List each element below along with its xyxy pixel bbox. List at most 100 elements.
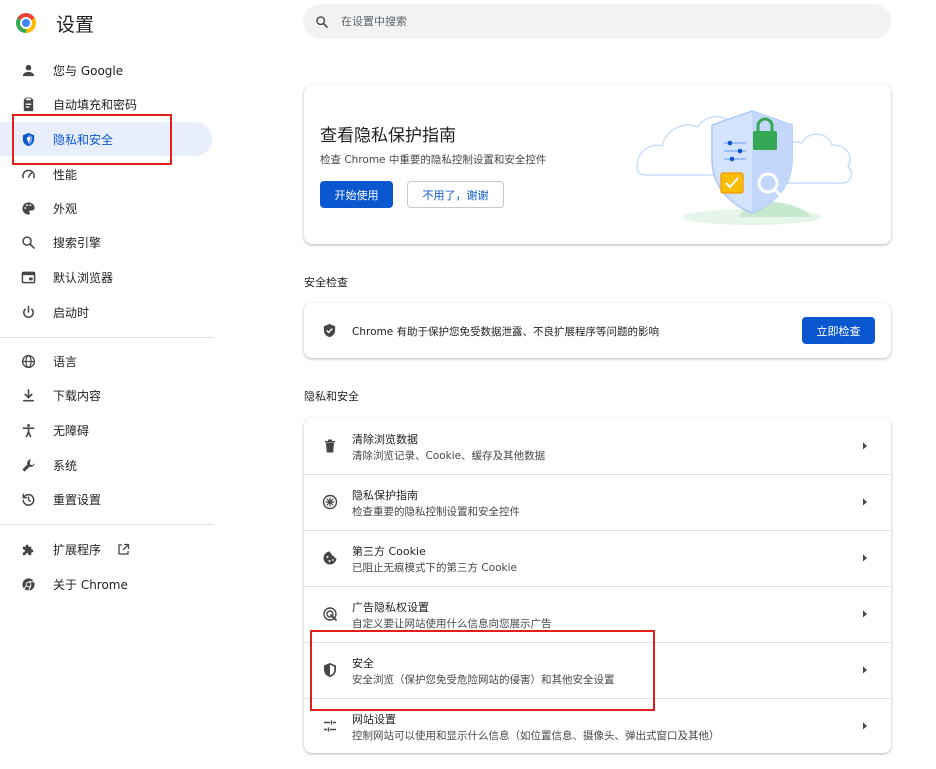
sidebar-item-system[interactable]: 系统	[0, 448, 212, 482]
person-icon	[20, 62, 36, 78]
privacy-settings-list: 清除浏览数据 清除浏览记录、Cookie、缓存及其他数据 隐私保护指南 检查重要…	[304, 418, 891, 753]
privacy-guide-promo-card: 查看隐私保护指南 检查 Chrome 中重要的隐私控制设置和安全控件 开始使用 …	[304, 85, 891, 244]
chevron-right-icon	[863, 442, 867, 450]
safety-check-card: Chrome 有助于保护您免受数据泄露、不良扩展程序等问题的影响 立即检查	[304, 303, 891, 358]
list-item-security[interactable]: 安全 安全浏览（保护您免受危险网站的侵害）和其他安全设置	[304, 642, 891, 698]
sidebar-item-label: 系统	[53, 458, 78, 473]
sidebar-item-label: 您与 Google	[53, 63, 124, 78]
sidebar-item-label: 扩展程序	[53, 542, 102, 557]
sidebar-item-appearance[interactable]: 外观	[0, 191, 212, 225]
sidebar-item-on-startup[interactable]: 启动时	[0, 295, 212, 329]
speedometer-icon	[20, 166, 36, 182]
chevron-right-icon	[863, 554, 867, 562]
sidebar-item-about-chrome[interactable]: 关于 Chrome	[0, 567, 212, 601]
search-icon	[20, 234, 36, 250]
sidebar-item-autofill[interactable]: 自动填充和密码	[0, 87, 212, 121]
shield-icon	[20, 131, 36, 147]
row-title: 清除浏览数据	[352, 433, 418, 446]
chevron-right-icon	[863, 722, 867, 730]
sidebar-item-label: 重置设置	[53, 492, 102, 507]
puzzle-icon	[20, 541, 36, 557]
sidebar-item-label: 默认浏览器	[53, 270, 114, 285]
page-title: 设置	[56, 13, 95, 36]
row-title: 第三方 Cookie	[352, 545, 426, 558]
safety-check-section-title: 安全检查	[304, 276, 348, 289]
row-subtitle: 自定义要让网站使用什么信息向您展示广告	[352, 618, 552, 630]
external-link-icon	[117, 543, 130, 556]
trash-icon	[321, 437, 339, 455]
row-subtitle: 控制网站可以使用和显示什么信息（如位置信息、摄像头、弹出式窗口及其他）	[352, 730, 720, 742]
power-icon	[20, 304, 36, 320]
sidebar-item-you-and-google[interactable]: 您与 Google	[0, 53, 212, 87]
sidebar-item-languages[interactable]: 语言	[0, 344, 212, 378]
get-started-button[interactable]: 开始使用	[320, 181, 393, 208]
safety-check-text: Chrome 有助于保护您免受数据泄露、不良扩展程序等问题的影响	[352, 326, 660, 338]
sidebar-item-label: 启动时	[53, 305, 90, 320]
list-item-clear-browsing-data[interactable]: 清除浏览数据 清除浏览记录、Cookie、缓存及其他数据	[304, 418, 891, 474]
search-bar[interactable]	[303, 4, 891, 39]
palette-icon	[20, 200, 36, 216]
search-icon	[316, 15, 328, 28]
row-title: 网站设置	[352, 713, 396, 726]
chevron-right-icon	[863, 498, 867, 506]
sidebar-item-performance[interactable]: 性能	[0, 157, 212, 191]
row-divider	[304, 698, 891, 699]
sidebar: 设置 您与 Google 自动填充和密码 隐私和安全 性能 外观 搜索引擎 默认…	[0, 0, 214, 769]
row-subtitle: 检查重要的隐私控制设置和安全控件	[352, 506, 520, 518]
sidebar-item-search-engine[interactable]: 搜索引擎	[0, 225, 212, 259]
promo-description: 检查 Chrome 中重要的隐私控制设置和安全控件	[320, 154, 547, 166]
compass-icon	[321, 493, 339, 511]
sidebar-item-label: 下载内容	[53, 388, 102, 403]
check-now-button[interactable]: 立即检查	[802, 317, 875, 344]
app-header: 设置	[16, 10, 94, 36]
sidebar-item-downloads[interactable]: 下载内容	[0, 378, 212, 412]
sidebar-divider	[0, 524, 214, 525]
list-item-privacy-guide[interactable]: 隐私保护指南 检查重要的隐私控制设置和安全控件	[304, 474, 891, 530]
chrome-icon	[20, 576, 36, 592]
accessibility-icon	[20, 422, 36, 438]
cookie-icon	[321, 549, 339, 567]
sidebar-item-label: 隐私和安全	[53, 132, 114, 147]
privacy-section-title: 隐私和安全	[304, 390, 359, 403]
sidebar-item-label: 搜索引擎	[53, 235, 102, 250]
row-divider	[304, 586, 891, 587]
ad-privacy-icon	[321, 605, 339, 623]
sidebar-item-reset-settings[interactable]: 重置设置	[0, 482, 212, 516]
sliders-icon	[321, 717, 339, 735]
sidebar-item-label: 自动填充和密码	[53, 97, 138, 112]
sidebar-item-default-browser[interactable]: 默认浏览器	[0, 260, 212, 294]
sidebar-item-label: 关于 Chrome	[53, 577, 128, 592]
row-subtitle: 清除浏览记录、Cookie、缓存及其他数据	[352, 450, 546, 462]
row-divider	[304, 530, 891, 531]
sidebar-item-label: 语言	[53, 354, 78, 369]
list-item-site-settings[interactable]: 网站设置 控制网站可以使用和显示什么信息（如位置信息、摄像头、弹出式窗口及其他）	[304, 698, 891, 754]
sidebar-item-label: 外观	[53, 201, 78, 216]
chevron-right-icon	[863, 666, 867, 674]
sidebar-divider	[0, 337, 214, 338]
promo-title: 查看隐私保护指南	[320, 126, 456, 146]
shield-check-icon	[323, 323, 336, 338]
sidebar-item-accessibility[interactable]: 无障碍	[0, 413, 212, 447]
no-thanks-button[interactable]: 不用了，谢谢	[407, 181, 504, 208]
download-icon	[20, 387, 36, 403]
shield-half-icon	[321, 661, 339, 679]
chevron-right-icon	[863, 610, 867, 618]
privacy-guide-illustration-icon	[636, 110, 853, 225]
list-item-third-party-cookies[interactable]: 第三方 Cookie 已阻止无痕模式下的第三方 Cookie	[304, 530, 891, 586]
sidebar-item-label: 性能	[53, 167, 78, 182]
browser-window-icon	[20, 269, 36, 285]
sidebar-item-label: 无障碍	[53, 423, 90, 438]
row-subtitle: 已阻止无痕模式下的第三方 Cookie	[352, 562, 517, 574]
row-subtitle: 安全浏览（保护您免受危险网站的侵害）和其他安全设置	[352, 674, 615, 686]
row-title: 广告隐私权设置	[352, 601, 429, 614]
sidebar-item-extensions[interactable]: 扩展程序	[0, 532, 212, 566]
list-item-ad-privacy[interactable]: 广告隐私权设置 自定义要让网站使用什么信息向您展示广告	[304, 586, 891, 642]
row-divider	[304, 642, 891, 643]
sidebar-item-privacy-security[interactable]: 隐私和安全	[0, 122, 212, 156]
search-input[interactable]	[341, 15, 861, 28]
row-title: 安全	[352, 657, 374, 670]
chrome-logo-icon	[16, 13, 36, 33]
reset-icon	[20, 491, 36, 507]
globe-icon	[20, 353, 36, 369]
row-divider	[304, 474, 891, 475]
